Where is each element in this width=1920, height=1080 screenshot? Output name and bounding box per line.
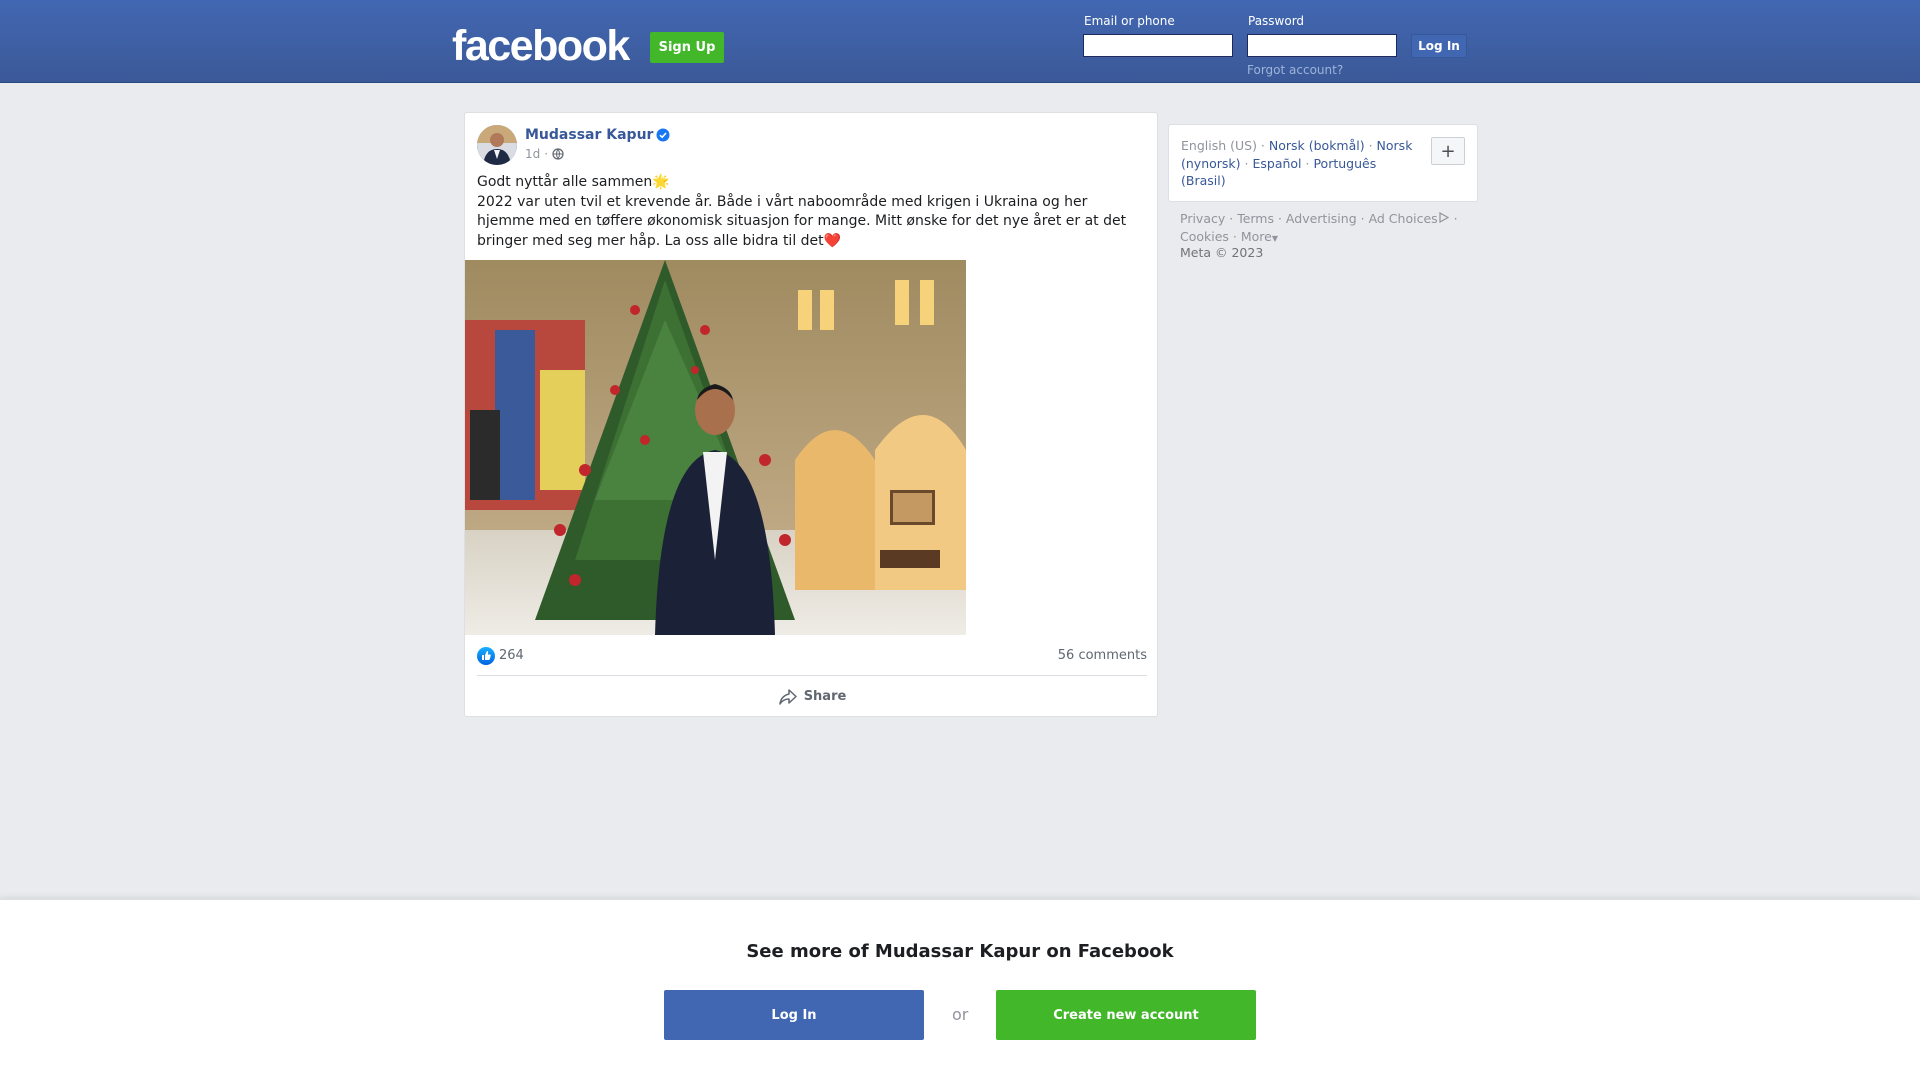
footer-terms-link[interactable]: Terms [1237, 211, 1274, 226]
email-label: Email or phone [1084, 14, 1175, 28]
separator-dot: · [544, 147, 549, 161]
share-label: Share [803, 689, 847, 704]
bottom-signup-banner: See more of Mudassar Kapur on Facebook L… [0, 899, 1920, 1080]
log-in-button[interactable]: Log In [1411, 34, 1467, 58]
language-link-norsk-bokmal[interactable]: Norsk (bokmål) [1269, 138, 1365, 153]
verified-badge-icon [656, 128, 670, 142]
like-count[interactable]: 264 [499, 648, 524, 663]
footer-advertising-link[interactable]: Advertising [1286, 211, 1357, 226]
password-label: Password [1248, 14, 1305, 28]
language-list: English (US) · Norsk (bokmål) · Norsk (n… [1181, 138, 1413, 188]
sign-up-button[interactable]: Sign Up [650, 32, 724, 63]
copyright: Meta © 2023 [1180, 245, 1264, 260]
footer-cookies-link[interactable]: Cookies [1180, 229, 1229, 244]
post-time[interactable]: 1d [525, 147, 540, 161]
or-label: or [952, 1005, 969, 1024]
post-stats: 264 56 comments [477, 646, 1147, 666]
footer-links: Privacy · Terms · Advertising · Ad Choic… [1180, 211, 1458, 244]
caret-down-icon: ▼ [1271, 233, 1279, 243]
avatar[interactable] [477, 125, 517, 165]
share-button[interactable]: Share [465, 679, 1159, 714]
post-meta: 1d · [525, 147, 564, 161]
post-photo[interactable] [465, 260, 966, 635]
comments-count-link[interactable]: 56 comments [1058, 648, 1147, 663]
like-reaction-icon[interactable] [477, 647, 495, 665]
post-text: Godt nyttår alle sammen🌟 2022 var uten t… [477, 173, 1147, 251]
post-text-body: 2022 var uten tvil et krevende år. Både … [477, 193, 1127, 249]
post-text-line: Godt nyttår alle sammen🌟 [477, 174, 670, 190]
footer-more-link[interactable]: More [1241, 229, 1272, 244]
more-languages-button[interactable]: + [1431, 137, 1465, 165]
divider [477, 675, 1147, 676]
language-current: English (US) [1181, 138, 1257, 153]
top-bar: facebook Sign Up Email or phone Password… [0, 0, 1920, 83]
banner-title: See more of Mudassar Kapur on Facebook [746, 941, 1174, 962]
language-selector-box: English (US) · Norsk (bokmål) · Norsk (n… [1168, 124, 1478, 202]
facebook-logo[interactable]: facebook [452, 22, 630, 71]
share-icon [778, 688, 797, 705]
password-field[interactable] [1247, 34, 1397, 57]
footer-privacy-link[interactable]: Privacy [1180, 211, 1225, 226]
footer-ad-choices-link[interactable]: Ad Choices [1369, 211, 1438, 226]
forgot-account-link[interactable]: Forgot account? [1247, 63, 1343, 77]
language-link-espanol[interactable]: Español [1252, 156, 1301, 171]
post-card: Mudassar Kapur 1d · Godt nyttår alle sam… [464, 112, 1158, 717]
post-author-link[interactable]: Mudassar Kapur [525, 127, 653, 143]
banner-log-in-button[interactable]: Log In [664, 990, 924, 1040]
create-account-button[interactable]: Create new account [996, 990, 1256, 1040]
globe-icon [552, 148, 564, 160]
ad-choices-icon [1439, 211, 1449, 224]
email-field[interactable] [1083, 34, 1233, 57]
